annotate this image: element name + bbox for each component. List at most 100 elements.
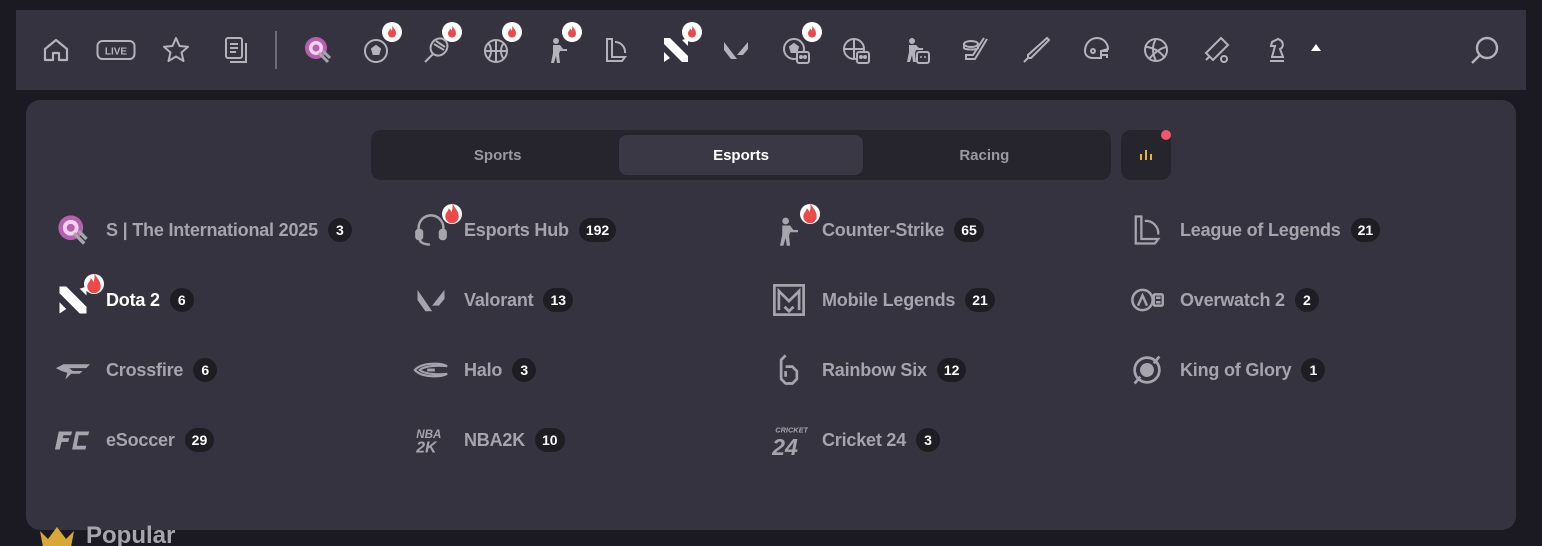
favorites-star-icon[interactable] <box>158 32 194 68</box>
league-of-legends-icon[interactable] <box>598 32 634 68</box>
esport-item-dota-2[interactable]: Dota 2 6 <box>54 272 194 320</box>
fc-icon <box>54 420 98 460</box>
soccer-icon[interactable] <box>358 22 402 68</box>
home-icon[interactable] <box>38 32 74 68</box>
chess-icon[interactable] <box>1258 32 1294 68</box>
event-count-badge: 3 <box>512 358 537 382</box>
esport-item-crossfire[interactable]: Crossfire 6 <box>54 350 218 390</box>
esport-item-mobile-legends[interactable]: Mobile Legends 21 <box>770 280 995 320</box>
esport-label: Dota 2 <box>106 289 160 310</box>
event-count-badge: 3 <box>916 428 941 452</box>
hot-fire-icon <box>800 202 820 224</box>
basketball-icon[interactable] <box>478 22 522 68</box>
popular-section-title: Popular <box>38 522 175 546</box>
hot-fire-icon <box>442 202 462 224</box>
event-count-badge: 29 <box>184 428 215 452</box>
esport-item-esoccer[interactable]: eSoccer 29 <box>54 420 215 460</box>
betslip-icon[interactable] <box>218 32 254 68</box>
the-international-icon <box>54 210 98 250</box>
2k-logo-text: 2K <box>415 440 438 457</box>
baseball-icon[interactable] <box>1018 32 1054 68</box>
esport-item-league-of-legends[interactable]: League of Legends 21 <box>1128 210 1381 250</box>
dota-2-icon <box>54 272 104 320</box>
topbar-divider <box>275 31 277 69</box>
mobile-legends-icon <box>770 280 814 320</box>
counter-strike-icon[interactable] <box>538 22 582 68</box>
esoccer-bot-icon[interactable] <box>778 22 822 68</box>
esport-label: Rainbow Six <box>822 359 927 380</box>
overwatch-icon <box>1128 280 1172 320</box>
search-icon[interactable] <box>1468 34 1502 68</box>
ecs-bot-icon[interactable] <box>898 32 934 68</box>
esport-item-cricket-24[interactable]: CRICKET 24 Cricket 24 3 <box>770 420 941 460</box>
esport-label: Crossfire <box>106 359 184 380</box>
king-of-glory-icon <box>1128 350 1172 390</box>
esport-item-halo[interactable]: Halo 3 <box>412 350 537 390</box>
event-count-badge: 13 <box>543 288 574 312</box>
ebasketball-bot-icon[interactable] <box>838 32 874 68</box>
24-logo-text: 24 <box>771 434 798 458</box>
esport-item-the-international[interactable]: S | The International 2025 3 <box>54 210 352 250</box>
esport-label: eSoccer <box>106 429 175 450</box>
hot-fire-icon <box>802 22 822 42</box>
live-icon-text: LIVE <box>105 47 128 58</box>
league-of-legends-icon <box>1128 210 1172 250</box>
event-count-badge: 12 <box>936 358 967 382</box>
sports-top-bar: LIVE <box>16 10 1526 90</box>
esport-label: Mobile Legends <box>822 289 956 310</box>
esport-label: Valorant <box>464 289 534 310</box>
dota-2-icon[interactable] <box>658 22 702 68</box>
tab-racing[interactable]: Racing <box>863 135 1106 175</box>
esport-label: Cricket 24 <box>822 429 907 450</box>
tennis-icon[interactable] <box>418 22 462 68</box>
event-count-badge: 6 <box>169 288 194 312</box>
esport-item-overwatch-2[interactable]: Overwatch 2 2 <box>1128 280 1319 320</box>
collapse-caret-icon[interactable] <box>1311 44 1321 51</box>
esport-item-counter-strike[interactable]: Counter-Strike 65 <box>770 202 984 250</box>
tab-esports[interactable]: Esports <box>619 135 863 175</box>
event-count-badge: 3 <box>327 218 352 242</box>
tab-sports[interactable]: Sports <box>376 135 619 175</box>
event-count-badge: 192 <box>578 218 617 242</box>
bar-chart-icon <box>1140 150 1152 160</box>
live-icon[interactable]: LIVE <box>96 32 136 68</box>
popular-label: Popular <box>86 522 176 546</box>
nba2k-icon: NBA 2K <box>412 420 456 460</box>
event-count-badge: 10 <box>535 428 565 452</box>
event-count-badge: 1 <box>1301 358 1326 382</box>
hot-fire-icon <box>562 22 582 42</box>
sports-menu-panel: Sports Esports Racing S | The Internatio… <box>26 100 1516 530</box>
american-football-icon[interactable] <box>1078 32 1114 68</box>
event-count-badge: 2 <box>1294 288 1319 312</box>
esport-item-nba2k[interactable]: NBA 2K NBA2K 10 <box>412 420 565 460</box>
event-count-badge: 65 <box>954 218 984 242</box>
esports-hub-icon <box>412 202 462 250</box>
event-count-badge: 21 <box>965 288 995 312</box>
esport-label: NBA2K <box>464 429 526 450</box>
esport-item-valorant[interactable]: Valorant 13 <box>412 280 574 320</box>
crossfire-icon <box>54 350 98 390</box>
valorant-icon <box>412 280 456 320</box>
event-count-badge: 21 <box>1350 218 1381 242</box>
esport-item-king-of-glory[interactable]: King of Glory 1 <box>1128 350 1326 390</box>
stats-button[interactable] <box>1121 130 1171 180</box>
valorant-icon[interactable] <box>718 32 754 68</box>
cricket-icon[interactable] <box>1198 32 1234 68</box>
esport-label: King of Glory <box>1180 359 1292 380</box>
notification-dot <box>1161 130 1171 140</box>
esport-item-rainbow-six[interactable]: Rainbow Six 12 <box>770 350 967 390</box>
counter-strike-icon <box>770 202 820 250</box>
halo-icon <box>412 350 456 390</box>
esport-label: Counter-Strike <box>822 219 945 240</box>
esport-label: Overwatch 2 <box>1180 289 1285 310</box>
esport-item-esports-hub[interactable]: Esports Hub 192 <box>412 202 617 250</box>
cricket-24-icon: CRICKET 24 <box>770 420 814 460</box>
the-international-icon[interactable] <box>300 32 336 68</box>
hot-fire-icon <box>382 22 402 42</box>
volleyball-icon[interactable] <box>1138 32 1174 68</box>
esport-label: S | The International 2025 <box>106 219 318 240</box>
hot-fire-icon <box>442 22 462 42</box>
category-tabs: Sports Esports Racing <box>371 130 1111 180</box>
esport-label: League of Legends <box>1180 219 1341 240</box>
ice-hockey-icon[interactable] <box>958 32 994 68</box>
